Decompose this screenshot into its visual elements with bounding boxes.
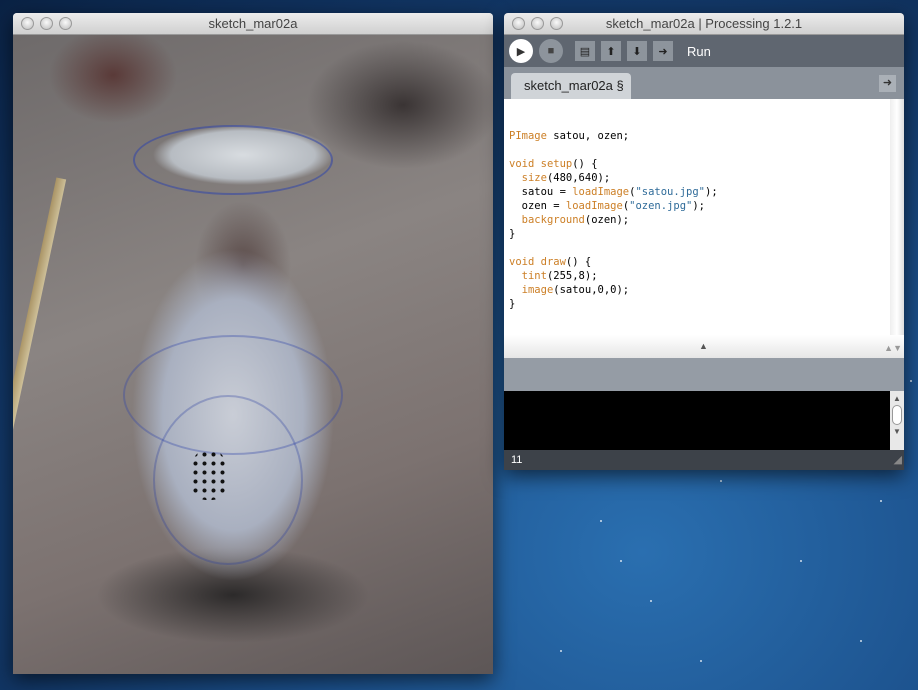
code-token: loadImage [565,200,623,212]
toolbar: ▶ ■ ▤ ⬆ ⬇ ➜ Run [504,35,904,67]
processing-ide-window: sketch_mar02a | Processing 1.2.1 ▶ ■ ▤ ⬆… [504,13,904,470]
code-line: size(480,640); [509,171,904,185]
code-token: image [521,284,554,296]
code-token: } [509,298,516,310]
export-arrow-icon: ➜ [658,45,668,58]
code-token: (satou,0,0); [553,284,630,296]
code-line: image(satou,0,0); [509,283,904,297]
stop-icon: ■ [547,45,555,57]
code-token: ); [705,186,718,198]
editor-splitter[interactable]: ▲ ▲▼ [504,335,904,358]
sketch-window: sketch_mar02a [13,13,493,674]
document-icon: ▤ [579,45,591,58]
code-token: PImage [509,130,547,142]
code-token: } [509,228,516,240]
star [700,660,702,662]
message-area [504,358,904,391]
window-title: sketch_mar02a [208,16,298,31]
zoom-button[interactable] [550,17,563,30]
code-token: tint [521,270,547,282]
tab-menu-button[interactable]: ➜ [879,75,896,92]
editor-vertical-scrollbar[interactable] [890,99,904,335]
star [560,650,562,652]
star [650,600,652,602]
resize-grip-icon[interactable]: ◢ [894,450,902,470]
line-number: 11 [511,454,523,466]
code-token: satou = [509,186,573,198]
code-editor[interactable]: PImage satou, ozen; void setup() { size(4… [504,99,904,335]
scroll-arrows-icon: ▲▼ [884,343,902,353]
tab-sketch[interactable]: sketch_mar02a § [511,73,631,99]
code-token: ); [692,200,706,212]
minimize-button[interactable] [531,17,544,30]
star [720,480,722,482]
save-button[interactable]: ⬇ [627,41,647,61]
code-line: satou = loadImage("satou.jpg"); [509,185,904,199]
code-token: () { [572,158,598,170]
code-text[interactable]: PImage satou, ozen; void setup() { size(4… [509,129,904,311]
minimize-button[interactable] [40,17,53,30]
code-line: ozen = loadImage("ozen.jpg"); [509,199,904,213]
code-line: background(ozen); [509,213,904,227]
close-button[interactable] [21,17,34,30]
star [620,560,622,562]
code-token: setup [540,158,573,170]
code-token: loadImage [572,186,630,198]
title-bar: sketch_mar02a [13,13,493,35]
chopstick [13,177,67,493]
sketch-canvas-image [13,35,493,674]
code-token: "satou.jpg" [635,186,705,198]
code-token: "ozen.jpg" [629,200,693,212]
title-bar: sketch_mar02a | Processing 1.2.1 [504,13,904,35]
toolbar-status-label: Run [687,43,711,59]
console: ▲ ▼ [504,391,904,450]
star [880,500,882,502]
play-icon: ▶ [516,45,526,58]
new-button[interactable]: ▤ [575,41,595,61]
arrow-up-icon: ⬆ [606,45,616,58]
code-line: void setup() { [509,157,904,171]
code-line: PImage satou, ozen; [509,129,904,143]
open-button[interactable]: ⬆ [601,41,621,61]
code-token: draw [540,256,566,268]
code-line: void draw() { [509,255,904,269]
code-token: void [509,256,535,268]
star [600,520,602,522]
zoom-button[interactable] [59,17,72,30]
code-line: } [509,297,904,311]
code-token: (255,8); [546,270,598,282]
run-button[interactable]: ▶ [509,39,533,63]
arrow-right-icon: ➜ [882,77,893,89]
code-token: background [521,214,585,226]
tab-bar: sketch_mar02a § ➜ [504,67,904,99]
code-token: () { [565,256,592,268]
code-line: tint(255,8); [509,269,904,283]
window-title: sketch_mar02a | Processing 1.2.1 [605,16,803,31]
grape-pattern [191,450,227,500]
close-button[interactable] [512,17,525,30]
code-token: size [521,172,547,184]
status-bar: 11 ◢ [504,450,904,470]
code-token: ozen = [509,200,566,212]
arrow-down-icon: ⬇ [632,45,642,58]
export-button[interactable]: ➜ [653,41,673,61]
star [860,640,862,642]
code-token: (ozen); [584,214,630,226]
caret-up-icon: ▲ [699,341,708,351]
console-scrollbar[interactable]: ▲ ▼ [890,391,904,450]
code-token: (480,640); [546,172,611,184]
code-token: void [509,158,535,170]
star [910,380,912,382]
stop-button[interactable]: ■ [539,39,563,63]
code-token: satou, ozen; [546,130,630,142]
star [800,560,802,562]
code-line: } [509,227,904,241]
